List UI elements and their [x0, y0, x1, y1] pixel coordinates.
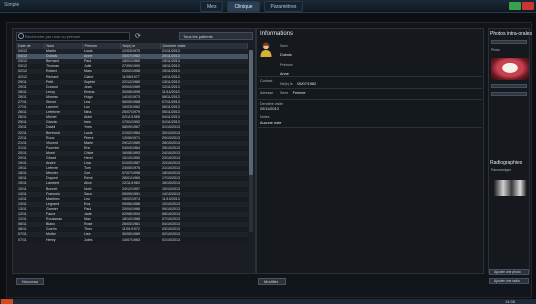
patient-table: Date de Nom Prénom Né(e) le Dernière vis…	[16, 43, 248, 243]
photo-info-bar	[491, 92, 527, 96]
divider	[258, 76, 482, 77]
table-cell: 07/11	[18, 237, 27, 242]
taskbar	[0, 299, 536, 304]
divider	[258, 88, 482, 89]
taskbar-clock: 14:35	[505, 299, 516, 304]
top-tabs: Mes Clinique Paramètres	[200, 1, 304, 12]
tab-clinique[interactable]: Clinique	[227, 1, 260, 12]
address-section-label: Adresse	[260, 91, 274, 95]
notes-value: Aucune note	[260, 121, 282, 125]
photo-toolbar[interactable]	[491, 40, 527, 44]
visit-value: 20/11/2013	[260, 107, 279, 111]
field-label: Sexe	[280, 91, 289, 96]
table-cell: Jules	[84, 237, 93, 242]
minimize-button[interactable]	[509, 2, 521, 10]
xray-caption: Panoramique	[491, 168, 512, 172]
scrollbar-thumb[interactable]	[249, 50, 253, 175]
app-name: Simple	[4, 2, 20, 8]
add-photo-button[interactable]: Ajouter une photo	[489, 269, 529, 275]
avatar-icon	[260, 42, 272, 57]
edit-patient-button[interactable]: Modifier	[258, 278, 286, 285]
xray-image[interactable]	[493, 180, 527, 196]
new-patient-button[interactable]: Nouveau	[16, 278, 44, 285]
xray-title: Radiographies	[490, 160, 523, 166]
notes-section-label: Notes	[260, 115, 270, 119]
close-button[interactable]	[522, 2, 534, 10]
visit-section-label: Dernière visite	[260, 102, 283, 106]
filter-select[interactable]: Tous les patients	[179, 32, 253, 40]
search-input[interactable]: Recherche par nom ou prénom	[16, 32, 130, 41]
refresh-icon[interactable]: ⟳	[135, 33, 142, 40]
field-value: 05/07/1982	[297, 81, 317, 86]
table-row[interactable]: 07/11 Henry Jules 14/07/1963 01/10/2013	[16, 237, 248, 243]
table-cell: 14/07/1963	[122, 237, 140, 242]
detail-title: Informations	[260, 31, 294, 37]
field-label: Prénom	[280, 62, 293, 67]
add-xray-button[interactable]: Ajouter une radio	[489, 278, 529, 284]
list-scrollbar[interactable]	[249, 50, 253, 232]
photo-info-bar	[491, 84, 527, 88]
photo-caption: Photo	[491, 48, 500, 52]
field-value: Dubois	[280, 53, 292, 58]
photos-title: Photos intra-orales	[490, 31, 532, 37]
table-cell: Henry	[46, 237, 56, 242]
contact-section-label: Contact	[260, 79, 273, 83]
tab-mes[interactable]: Mes	[200, 1, 224, 12]
tab-parametres[interactable]: Paramètres	[263, 1, 304, 12]
intraoral-photo[interactable]	[491, 58, 529, 80]
field-value: Femme	[292, 91, 306, 96]
search-icon	[18, 33, 24, 39]
title-bar: Simple Mes Clinique Paramètres	[0, 0, 536, 13]
field-label: Nom	[280, 44, 288, 48]
divider	[258, 99, 482, 100]
table-cell: 01/10/2013	[162, 237, 180, 242]
start-button[interactable]	[1, 299, 13, 304]
divider	[258, 127, 482, 128]
